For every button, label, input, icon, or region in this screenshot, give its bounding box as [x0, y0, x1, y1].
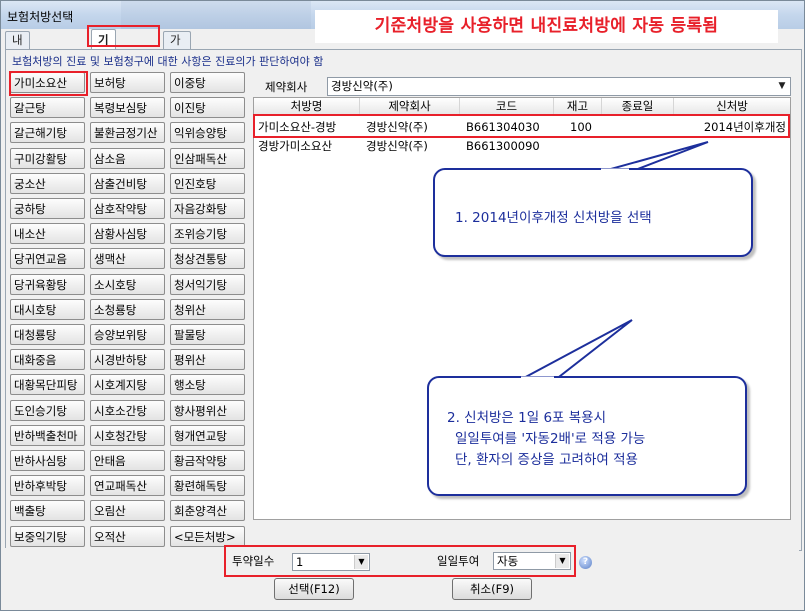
- herb-button[interactable]: 승양보위탕: [90, 324, 165, 345]
- herb-button[interactable]: 형개연교탕: [170, 425, 245, 446]
- herb-button[interactable]: 안태음: [90, 450, 165, 471]
- callout-1-text: 1. 2014년이후개정 신처방을 선택: [455, 210, 652, 226]
- highlight-selected-row: [253, 114, 790, 138]
- daily-dose-dropdown[interactable]: 자동 ▼: [493, 552, 571, 570]
- herb-button[interactable]: 오적산: [90, 526, 165, 547]
- table-header: 처방명 제약회사 코드 재고 종료일 신처방: [254, 98, 790, 115]
- herb-button[interactable]: 반하사심탕: [10, 450, 85, 471]
- cancel-button[interactable]: 취소(F9): [452, 578, 532, 600]
- chevron-down-icon: ▼: [354, 555, 368, 569]
- herb-button[interactable]: 반하백출천마: [10, 425, 85, 446]
- herb-button[interactable]: 향사평위산: [170, 400, 245, 421]
- herb-button[interactable]: 궁소산: [10, 173, 85, 194]
- help-icon[interactable]: ?: [579, 556, 592, 569]
- cell-name: 경방가미소요산: [258, 139, 333, 153]
- cell-new-prescription: [678, 137, 786, 156]
- days-dropdown[interactable]: 1 ▼: [292, 553, 370, 571]
- herb-button[interactable]: 복령보심탕: [90, 97, 165, 118]
- chevron-down-icon: ▼: [778, 81, 786, 91]
- herb-button[interactable]: 익위승양탕: [170, 122, 245, 143]
- herb-button[interactable]: 평위산: [170, 349, 245, 370]
- col-header-code: 코드: [460, 98, 554, 114]
- herb-button[interactable]: 청서익기탕: [170, 274, 245, 295]
- callout-2-line1: 2. 신처방은 1일 6포 복용시: [447, 410, 607, 426]
- herb-button[interactable]: 인삼패독산: [170, 148, 245, 169]
- herb-button[interactable]: 보허탕: [90, 72, 165, 93]
- cell-company: 경방신약(주): [366, 139, 428, 153]
- days-value: 1: [296, 555, 304, 569]
- select-button[interactable]: 선택(F12): [274, 578, 354, 600]
- company-label: 제약회사: [265, 80, 308, 94]
- herb-button[interactable]: <모든처방>: [170, 526, 245, 547]
- cell-stock: [554, 137, 592, 156]
- herb-button[interactable]: 시경반하탕: [90, 349, 165, 370]
- chevron-down-icon: ▼: [555, 554, 569, 568]
- callout-select-new-prescription: 1. 2014년이후개정 신처방을 선택: [433, 168, 753, 257]
- tab-custom-prescriptions[interactable]: 가감/임의처방: [163, 31, 192, 132]
- herb-button[interactable]: 생맥산: [90, 248, 165, 269]
- herb-button[interactable]: 반하후박탕: [10, 475, 85, 496]
- daily-dose-value: 자동: [497, 554, 519, 568]
- company-select[interactable]: 경방신약(주) ▼: [327, 77, 791, 96]
- table-row[interactable]: 경방가미소요산 경방신약(주) B661300090: [254, 137, 790, 156]
- herb-button[interactable]: 대황목단피탕: [10, 374, 85, 395]
- herb-button[interactable]: 시호계지탕: [90, 374, 165, 395]
- herb-button[interactable]: 오림산: [90, 500, 165, 521]
- herb-button[interactable]: 도인승기탕: [10, 400, 85, 421]
- daily-dose-label: 일일투여: [437, 554, 480, 568]
- herb-button[interactable]: 조위승기탕: [170, 223, 245, 244]
- callout-daily-dose-tip: 2. 신처방은 1일 6포 복용시 일일투여를 '자동2배'로 적용 가능 단,…: [427, 376, 747, 496]
- herb-button[interactable]: 소청룡탕: [90, 299, 165, 320]
- col-header-stock: 재고: [554, 98, 602, 114]
- herb-button[interactable]: 연교패독산: [90, 475, 165, 496]
- col-header-end-date: 종료일: [602, 98, 674, 114]
- herb-button[interactable]: 소시호탕: [90, 274, 165, 295]
- herb-button[interactable]: 황련해독탕: [170, 475, 245, 496]
- tab-my-prescriptions[interactable]: 내진료처방: [5, 31, 30, 115]
- herb-button[interactable]: 이진탕: [170, 97, 245, 118]
- herb-button[interactable]: 삼호작약탕: [90, 198, 165, 219]
- col-header-new-prescription: 신처방: [716, 99, 748, 113]
- herb-button[interactable]: 보중익기탕: [10, 526, 85, 547]
- herb-button[interactable]: 대화중음: [10, 349, 85, 370]
- herb-button[interactable]: 자음강화탕: [170, 198, 245, 219]
- notice-text: 보험처방의 진료 및 보험청구에 대한 사항은 진료의가 판단하여야 함: [12, 55, 324, 68]
- cell-code: B661300090: [466, 139, 540, 153]
- herb-button[interactable]: 구미강활탕: [10, 148, 85, 169]
- days-label: 투약일수: [232, 554, 275, 568]
- herb-button[interactable]: 황금작약탕: [170, 450, 245, 471]
- herb-button[interactable]: 내소산: [10, 223, 85, 244]
- col-header-name: 처방명: [254, 98, 360, 114]
- herb-button[interactable]: 인진호탕: [170, 173, 245, 194]
- window-title: 보험처방선택: [7, 10, 74, 24]
- col-header-company: 제약회사: [360, 98, 460, 114]
- herb-button[interactable]: 궁하탕: [10, 198, 85, 219]
- herb-button[interactable]: 갈근해기탕: [10, 122, 85, 143]
- company-select-value: 경방신약(주): [331, 79, 393, 93]
- herb-button[interactable]: 삼소음: [90, 148, 165, 169]
- herb-button[interactable]: 당귀연교음: [10, 248, 85, 269]
- herb-button[interactable]: 행소탕: [170, 374, 245, 395]
- callout-2-line3: 단, 환자의 증상을 고려하여 적용: [455, 452, 638, 468]
- annotation-banner: 기준처방을 사용하면 내진료처방에 자동 등록됨: [315, 10, 778, 43]
- herb-button[interactable]: 백출탕: [10, 500, 85, 521]
- herb-button[interactable]: 시호청간탕: [90, 425, 165, 446]
- highlight-herb-selection: [9, 71, 88, 96]
- highlight-standard-tab: [87, 25, 160, 47]
- herb-button[interactable]: 팔물탕: [170, 324, 245, 345]
- herb-button[interactable]: 대시호탕: [10, 299, 85, 320]
- herb-button[interactable]: 이중탕: [170, 72, 245, 93]
- callout-2-line2: 일일투여를 '자동2배'로 적용 가능: [455, 431, 646, 447]
- herb-button[interactable]: 삼출건비탕: [90, 173, 165, 194]
- herb-button[interactable]: 청상견통탕: [170, 248, 245, 269]
- herb-button[interactable]: 불환금정기산: [90, 122, 165, 143]
- cell-end-date: [606, 137, 672, 156]
- herb-button[interactable]: 회춘양격산: [170, 500, 245, 521]
- herb-button[interactable]: 청위산: [170, 299, 245, 320]
- herb-button[interactable]: 시호소간탕: [90, 400, 165, 421]
- herb-button[interactable]: 당귀육황탕: [10, 274, 85, 295]
- herb-button[interactable]: 갈근탕: [10, 97, 85, 118]
- herb-button[interactable]: 삼황사심탕: [90, 223, 165, 244]
- herb-button[interactable]: 대청룡탕: [10, 324, 85, 345]
